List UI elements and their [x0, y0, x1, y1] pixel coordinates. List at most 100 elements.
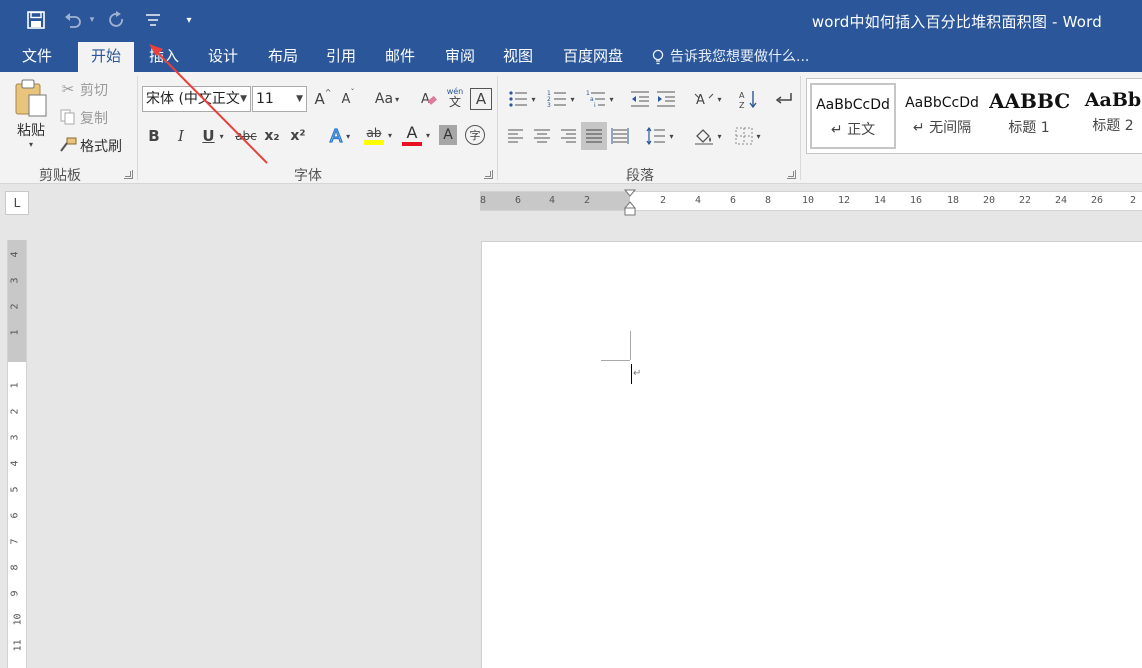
- ruler-tick: 8: [10, 564, 21, 570]
- align-right-icon[interactable]: [557, 125, 579, 147]
- borders-button[interactable]: ▾: [730, 125, 766, 147]
- copy-button[interactable]: 复制: [80, 108, 108, 128]
- clipboard-launcher-icon[interactable]: [124, 170, 133, 179]
- decrease-indent-icon[interactable]: [629, 88, 651, 110]
- bold-button[interactable]: B: [144, 125, 164, 147]
- style-normal[interactable]: AaBbCcDd ↵ 正文: [810, 83, 896, 149]
- line-spacing-button[interactable]: ▾: [642, 125, 678, 147]
- save-icon[interactable]: [22, 6, 50, 34]
- tell-me-box[interactable]: 告诉我您想要做什么...: [652, 42, 809, 72]
- text-effects-button[interactable]: A▾: [322, 125, 358, 147]
- line-spacing-icon: [646, 127, 666, 145]
- chinese-layout-button[interactable]: A ▾: [690, 88, 726, 110]
- enclose-characters-button[interactable]: 字: [465, 125, 485, 145]
- tab-references[interactable]: 引用: [314, 42, 368, 72]
- ruler-tick: 7: [10, 538, 21, 544]
- tab-layout[interactable]: 布局: [256, 42, 310, 72]
- numbering-icon: 123: [547, 90, 567, 108]
- style-no-spacing-name: ↵ 无间隔: [899, 117, 985, 137]
- justify-icon[interactable]: [581, 122, 607, 150]
- document-page[interactable]: [481, 241, 1142, 668]
- font-launcher-icon[interactable]: [484, 170, 493, 179]
- ruler-top-margin: [8, 240, 26, 362]
- shading-icon: [694, 127, 714, 145]
- strikethrough-button[interactable]: abc: [233, 125, 259, 147]
- multilevel-list-button[interactable]: 1ai ▾: [582, 88, 618, 110]
- ruler-tick: 14: [874, 195, 886, 206]
- indent-marker-icon[interactable]: [624, 189, 636, 219]
- superscript-button[interactable]: x²: [287, 125, 309, 147]
- change-case-button[interactable]: Aa▾: [370, 88, 404, 110]
- ruler-tick: 6: [515, 195, 521, 206]
- italic-button[interactable]: I: [171, 125, 191, 147]
- tab-mailings[interactable]: 邮件: [373, 42, 427, 72]
- paste-dropdown-icon: ▾: [29, 140, 33, 149]
- ruler-tick: 4: [10, 460, 21, 466]
- subscript-button[interactable]: x₂: [261, 125, 283, 147]
- paste-button[interactable]: 粘贴 ▾: [8, 78, 54, 158]
- tab-baidu-netdisk[interactable]: 百度网盘: [556, 42, 630, 72]
- sort-icon[interactable]: AZ: [737, 88, 759, 110]
- character-border-icon[interactable]: A: [470, 88, 492, 110]
- undo-dropdown-icon[interactable]: ▾: [86, 6, 98, 34]
- format-painter-icon[interactable]: [58, 135, 78, 155]
- ruler-tick: 10: [802, 195, 814, 206]
- customize-qat-icon[interactable]: ▾: [180, 6, 198, 34]
- align-left-icon[interactable]: [505, 125, 527, 147]
- underline-button[interactable]: U▾: [196, 125, 230, 147]
- font-color-button[interactable]: A ▾: [398, 122, 434, 148]
- style-normal-sample: AaBbCcDd: [812, 97, 894, 113]
- tab-selector[interactable]: L: [5, 191, 29, 215]
- font-size-combo[interactable]: 11 ▼: [252, 86, 307, 112]
- grow-font-icon[interactable]: A^: [313, 88, 333, 110]
- ruler-tick: 2: [1130, 195, 1136, 206]
- tab-view[interactable]: 视图: [491, 42, 545, 72]
- underline-label: U: [202, 127, 214, 145]
- ruler-tick: 2: [10, 408, 21, 414]
- style-heading-2-sample: AaBb: [1079, 89, 1142, 111]
- style-no-spacing[interactable]: AaBbCcDd ↵ 无间隔: [899, 83, 985, 149]
- ruler-tick: 8: [765, 195, 771, 206]
- touch-mode-icon[interactable]: [140, 6, 166, 34]
- style-heading-2[interactable]: AaBb 标题 2: [1079, 83, 1142, 149]
- tab-file[interactable]: 文件: [10, 42, 64, 72]
- svg-text:3: 3: [547, 102, 551, 108]
- font-name-combo[interactable]: 宋体 (中文正文 ▼: [142, 86, 251, 112]
- tab-home[interactable]: 开始: [78, 42, 134, 73]
- copy-icon[interactable]: [58, 107, 78, 127]
- vertical-ruler[interactable]: 4 3 2 1 1 2 3 4 5 6 7 8 9 10 11: [7, 240, 27, 668]
- tab-design[interactable]: 设计: [196, 42, 250, 72]
- character-shading-button[interactable]: A: [439, 125, 457, 145]
- ruler-tick: 9: [10, 590, 21, 596]
- numbering-button[interactable]: 123 ▾: [543, 88, 579, 110]
- cut-icon[interactable]: ✂: [58, 79, 78, 99]
- ruler-tick: 22: [1019, 195, 1031, 206]
- undo-icon[interactable]: [60, 6, 86, 34]
- ruler-tick: 16: [910, 195, 922, 206]
- format-painter-button[interactable]: 格式刷: [80, 136, 122, 156]
- align-center-icon[interactable]: [531, 125, 553, 147]
- increase-indent-icon[interactable]: [655, 88, 677, 110]
- show-formatting-marks-icon[interactable]: [773, 88, 795, 110]
- shading-button[interactable]: ▾: [690, 125, 726, 147]
- paragraph-launcher-icon[interactable]: [787, 170, 796, 179]
- ruler-tick: 5: [10, 486, 21, 492]
- distributed-icon[interactable]: [609, 125, 631, 147]
- multilevel-list-icon: 1ai: [586, 90, 606, 108]
- redo-icon[interactable]: [104, 6, 130, 34]
- clear-formatting-icon[interactable]: A: [418, 88, 440, 110]
- svg-text:i: i: [594, 102, 596, 108]
- phonetic-guide-button[interactable]: wén 文: [444, 84, 466, 112]
- tab-review[interactable]: 审阅: [433, 42, 487, 72]
- highlight-button[interactable]: ab ▾: [360, 122, 396, 148]
- ruler-tick: 1: [10, 382, 21, 388]
- paste-icon: [13, 78, 49, 118]
- bullets-button[interactable]: ▾: [504, 88, 540, 110]
- cut-button[interactable]: 剪切: [80, 80, 108, 100]
- window-title: word中如何插入百分比堆积面积图 - Word: [812, 11, 1102, 32]
- shrink-font-icon[interactable]: Aˇ: [338, 88, 358, 110]
- tab-insert[interactable]: 插入: [137, 42, 191, 72]
- horizontal-ruler[interactable]: 8 6 4 2 2 4 6 8 10 12 14 16 18 20 22 24 …: [480, 191, 1142, 211]
- style-heading-1[interactable]: AABBC 标题 1: [989, 83, 1069, 149]
- ruler-tick: 2: [584, 195, 590, 206]
